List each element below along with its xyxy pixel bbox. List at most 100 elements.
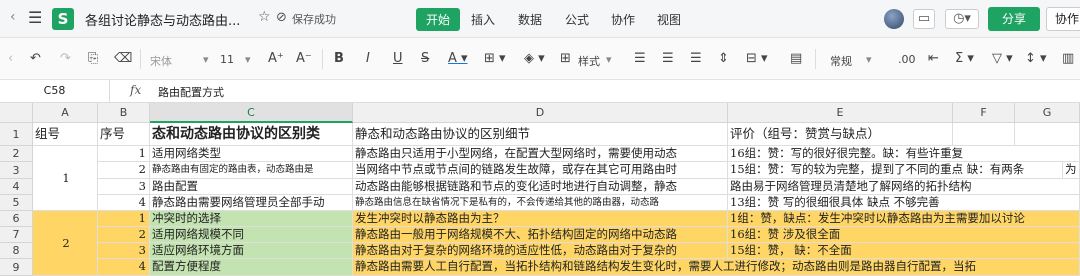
row-header-9[interactable]: 9 bbox=[0, 259, 33, 276]
menu-collab[interactable]: 协作 bbox=[611, 11, 635, 28]
filter-icon[interactable]: ▽ ▾ bbox=[992, 51, 1013, 66]
cell-c7[interactable]: 适用网络规模不同 bbox=[150, 227, 353, 243]
column-header-g[interactable]: G bbox=[1015, 103, 1080, 123]
row-header-3[interactable]: 3 bbox=[0, 162, 33, 179]
cell-c5[interactable]: 静态路由需要网络管理员全部手动 bbox=[150, 195, 353, 211]
cell-d2[interactable]: 静态路由只适用于小型网络，在配置大型网络时，需要使用动态 bbox=[353, 146, 728, 162]
cell-d6[interactable]: 发生冲突时以静态路由为主？ bbox=[353, 211, 728, 227]
cell-d5[interactable]: 静态路由信息在缺省情况下是私有的，不会传递给其他的路由器，动态路 bbox=[353, 195, 728, 211]
cell-b4[interactable]: 3 bbox=[98, 179, 150, 195]
row-header-1[interactable]: 1 bbox=[0, 123, 33, 146]
cell-c1[interactable]: 态和动态路由协议的区别类 bbox=[150, 123, 353, 146]
cell-b8[interactable]: 3 bbox=[98, 243, 150, 259]
cell-c4[interactable]: 路由配置 bbox=[150, 179, 353, 195]
row-header-8[interactable]: 8 bbox=[0, 243, 33, 259]
cell-d4[interactable]: 动态路由能够根据链路和节点的变化适时地进行自动调整，静态 bbox=[353, 179, 728, 195]
column-header-b[interactable]: B bbox=[98, 103, 150, 123]
format-painter-icon[interactable]: ⎘ bbox=[88, 51, 98, 66]
column-header-f[interactable]: F bbox=[953, 103, 1015, 123]
chart-icon[interactable]: ▥ bbox=[1062, 51, 1074, 66]
cell-c2[interactable]: 适用网络类型 bbox=[150, 146, 353, 162]
italic-icon[interactable]: I bbox=[366, 51, 370, 66]
font-name-select[interactable]: 宋体 bbox=[150, 53, 172, 69]
cell-e3[interactable]: 15组：赞：写的较为完整，提到了不同的重点 缺：有两条 bbox=[728, 162, 1063, 179]
chevron-down-icon[interactable]: ▾ bbox=[203, 53, 209, 66]
cell-b2[interactable]: 1 bbox=[98, 146, 150, 162]
row-header-5[interactable]: 5 bbox=[0, 195, 33, 211]
table-style-icon[interactable]: ⊞ bbox=[560, 51, 571, 66]
cell-d8[interactable]: 静态路由对于复杂的网络环境的适应性低，动态路由对于复杂的 bbox=[353, 243, 728, 259]
collab-button[interactable]: 协作 bbox=[1046, 7, 1080, 31]
chevron-down-icon[interactable]: ▾ bbox=[866, 53, 872, 66]
align-center-icon[interactable]: ☰ bbox=[662, 51, 674, 66]
row-header-4[interactable]: 4 bbox=[0, 179, 33, 195]
border-icon[interactable]: ⊞ ▾ bbox=[484, 51, 506, 66]
style-button[interactable]: 样式 bbox=[578, 53, 600, 69]
font-color-icon[interactable]: A ▾ bbox=[448, 51, 468, 66]
align-right-icon[interactable]: ☰ bbox=[690, 51, 702, 66]
column-header-d[interactable]: D bbox=[353, 103, 728, 123]
cell-d7[interactable]: 静态路由一般用于网络规模不大、拓扑结构固定的网络中动态路 bbox=[353, 227, 728, 243]
sum-icon[interactable]: Σ ▾ bbox=[955, 51, 974, 66]
decimal-icon[interactable]: .00 bbox=[898, 53, 916, 66]
cell-b5[interactable]: 4 bbox=[98, 195, 150, 211]
document-title[interactable]: 各组讨论静态与动态路由... bbox=[85, 10, 240, 29]
cell-d9[interactable]: 静态路由需要人工自行配置，当拓扑结构和链路结构发生变化时，需要人工进行修改；动态… bbox=[353, 259, 1080, 276]
cell-c8[interactable]: 适应网络环境方面 bbox=[150, 243, 353, 259]
font-decrease-icon[interactable]: A⁻ bbox=[296, 51, 312, 66]
fill-color-icon[interactable]: ◈ ▾ bbox=[524, 51, 545, 66]
cell-e8[interactable]: 15组：赞， 缺：不全面 bbox=[728, 243, 1080, 259]
back-icon[interactable]: ‹ bbox=[10, 9, 16, 25]
cell-a6-merged[interactable]: 2 bbox=[33, 211, 98, 276]
formula-input[interactable]: 路由配置方式 bbox=[158, 84, 224, 100]
cell-g1[interactable] bbox=[1015, 123, 1080, 146]
font-increase-icon[interactable]: A⁺ bbox=[268, 51, 284, 66]
cell-d1[interactable]: 静态和动态路由协议的区别细节 bbox=[353, 123, 728, 146]
row-header-7[interactable]: 7 bbox=[0, 227, 33, 243]
cell-b7[interactable]: 2 bbox=[98, 227, 150, 243]
menu-home[interactable]: 开始 bbox=[416, 8, 461, 31]
share-button[interactable]: 分享 bbox=[988, 7, 1040, 31]
menu-icon[interactable]: ☰ bbox=[28, 8, 42, 27]
scroll-left-icon[interactable]: ‹ bbox=[8, 51, 13, 66]
row-header-6[interactable]: 6 bbox=[0, 211, 33, 227]
star-icon[interactable]: ☆ bbox=[258, 9, 271, 25]
redo-icon[interactable]: ↷ bbox=[60, 51, 71, 66]
cell-e2[interactable]: 16组：赞：写的很好很完整。缺：有些许重复 bbox=[728, 146, 1080, 162]
wrap-text-icon[interactable]: ▤ bbox=[790, 51, 802, 66]
cell-b3[interactable]: 2 bbox=[98, 162, 150, 179]
column-header-e[interactable]: E bbox=[728, 103, 953, 123]
sort-icon[interactable]: ↕ ▾ bbox=[1025, 51, 1047, 66]
cell-e5[interactable]: 13组：赞 写的很细很具体 缺点 不够完善 bbox=[728, 195, 1080, 211]
strikethrough-icon[interactable]: S bbox=[421, 51, 429, 66]
avatar[interactable] bbox=[884, 9, 904, 29]
clear-format-icon[interactable]: ⌫ bbox=[114, 51, 132, 66]
cell-e6[interactable]: 1组：赞，缺点：发生冲突时以静态路由为主需要加以讨论 bbox=[728, 211, 1080, 227]
column-header-c[interactable]: C bbox=[150, 103, 353, 123]
cell-b9[interactable]: 4 bbox=[98, 259, 150, 276]
chevron-down-icon[interactable]: ▾ bbox=[245, 53, 251, 66]
column-header-a[interactable]: A bbox=[33, 103, 98, 123]
cell-b6[interactable]: 1 bbox=[98, 211, 150, 227]
function-icon[interactable]: fx bbox=[130, 83, 141, 97]
underline-icon[interactable]: U bbox=[393, 51, 403, 66]
present-icon[interactable]: ▭ bbox=[913, 9, 935, 29]
align-left-icon[interactable]: ☰ bbox=[634, 51, 646, 66]
chevron-down-icon[interactable]: ▾ bbox=[606, 53, 612, 66]
cell-c3[interactable]: 静态路由有固定的路由表，动态路由是 bbox=[150, 162, 353, 179]
cell-a1[interactable]: 组号 bbox=[33, 123, 98, 146]
menu-view[interactable]: 视图 bbox=[657, 11, 681, 28]
menu-formula[interactable]: 公式 bbox=[565, 11, 589, 28]
history-icon[interactable]: ◷▾ bbox=[945, 9, 979, 29]
cell-e4[interactable]: 路由易于网络管理员清楚地了解网络的拓扑结构 bbox=[728, 179, 1080, 195]
cell-c9[interactable]: 配置方便程度 bbox=[150, 259, 353, 276]
cell-d3[interactable]: 当网络中节点或节点间的链路发生故障，或存在其它可用路由时 bbox=[353, 162, 728, 179]
row-header-2[interactable]: 2 bbox=[0, 146, 33, 162]
number-format-select[interactable]: 常规 bbox=[830, 53, 852, 69]
cell-e7[interactable]: 16组：赞 涉及很全面 bbox=[728, 227, 1080, 243]
vertical-align-icon[interactable]: ⇕ bbox=[718, 51, 729, 66]
font-size-select[interactable]: 11 bbox=[220, 53, 234, 66]
cell-a2-merged[interactable]: 1 bbox=[33, 146, 98, 211]
cell-c6[interactable]: 冲突时的选择 bbox=[150, 211, 353, 227]
decrease-decimal-icon[interactable]: ⇤ bbox=[928, 51, 939, 66]
